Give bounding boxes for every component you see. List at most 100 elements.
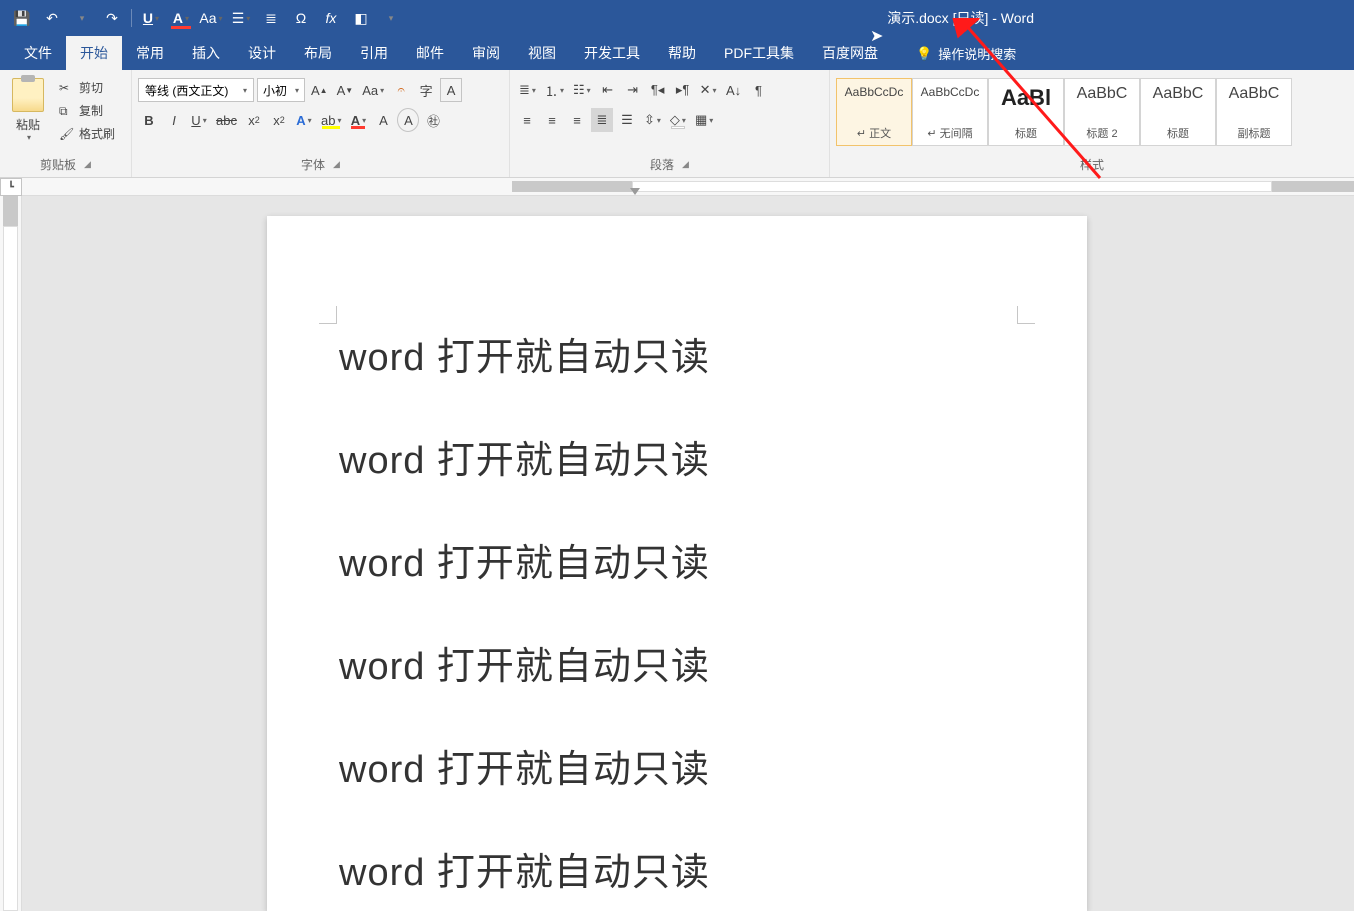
dialog-launcher-icon[interactable]: ◢ — [682, 159, 689, 170]
char-border-button[interactable]: 字 — [415, 78, 437, 102]
tell-me-search[interactable]: 💡 操作说明搜索 — [906, 37, 1026, 70]
tab-help[interactable]: 帮助 — [654, 36, 710, 70]
style-preview: AaBl — [1001, 85, 1051, 111]
tab-baidu[interactable]: 百度网盘 — [808, 36, 892, 70]
document-scroll[interactable]: word 打开就自动只读 word 打开就自动只读 word 打开就自动只读 word… — [22, 196, 1354, 911]
style-chip[interactable]: AaBbC标题 2 — [1064, 78, 1140, 146]
align-icon[interactable]: ≣ — [257, 4, 285, 32]
tab-home[interactable]: 开始 — [66, 36, 122, 70]
align-center-button[interactable]: ≡ — [541, 108, 563, 132]
style-preview: AaBbCcDc — [921, 85, 980, 99]
italic-button[interactable]: I — [163, 108, 185, 132]
numbering-button[interactable]: ⒈▾ — [542, 78, 567, 102]
bold-button[interactable]: B — [138, 108, 160, 132]
enclose-char-button[interactable]: A — [397, 108, 419, 132]
copy-button[interactable]: ⧉复制 — [56, 101, 118, 120]
tab-design[interactable]: 设计 — [234, 36, 290, 70]
object-icon[interactable]: ◧ — [347, 4, 375, 32]
enclosed-char-button[interactable]: ㊓ — [422, 108, 444, 132]
document-line[interactable]: word 打开就自动只读 — [339, 841, 1015, 896]
undo-icon[interactable]: ↶ — [38, 4, 66, 32]
tab-layout[interactable]: 布局 — [290, 36, 346, 70]
redo-icon[interactable]: ↷ — [98, 4, 126, 32]
borders-button[interactable]: ▦▾ — [692, 108, 716, 132]
group-styles-label: 样式 — [1080, 156, 1104, 173]
font-size-icon[interactable]: Aa▾ — [197, 4, 225, 32]
document-line[interactable]: word 打开就自动只读 — [339, 429, 1015, 484]
style-chip[interactable]: AaBbC标题 — [1140, 78, 1216, 146]
dialog-launcher-icon[interactable]: ◢ — [84, 159, 91, 170]
tab-mailings[interactable]: 邮件 — [402, 36, 458, 70]
font-size-combo[interactable]: 小初▾ — [257, 78, 305, 102]
decrease-indent-button[interactable]: ⇤ — [597, 78, 619, 102]
clear-format-button[interactable]: A — [440, 78, 462, 102]
underline-button[interactable]: U▾ — [188, 108, 210, 132]
crop-mark-icon — [319, 306, 337, 324]
font-name-combo[interactable]: 等线 (西文正文)▾ — [138, 78, 254, 102]
font-color-button[interactable]: A▾ — [347, 108, 369, 132]
paste-label: 粘贴 — [16, 116, 40, 133]
document-page[interactable]: word 打开就自动只读 word 打开就自动只读 word 打开就自动只读 word… — [267, 216, 1087, 911]
style-name: ↵ 无间隔 — [927, 125, 972, 141]
tab-file[interactable]: 文件 — [10, 36, 66, 70]
formula-icon[interactable]: fx — [317, 4, 345, 32]
tab-common[interactable]: 常用 — [122, 36, 178, 70]
show-marks-button[interactable]: ¶ — [748, 78, 770, 102]
undo-dropdown-icon[interactable]: ▾ — [68, 4, 96, 32]
shrink-font-button[interactable]: A▼ — [334, 78, 357, 102]
char-shading-button[interactable]: A — [372, 108, 394, 132]
document-line[interactable]: word 打开就自动只读 — [339, 738, 1015, 793]
save-icon[interactable]: 💾 — [8, 4, 36, 32]
rtl-button[interactable]: ▸¶ — [672, 78, 694, 102]
font-color-icon[interactable]: A▾ — [167, 4, 195, 32]
phonetic-button[interactable]: 𝄐 — [390, 78, 412, 102]
horizontal-ruler[interactable] — [22, 178, 1354, 196]
multilevel-button[interactable]: ☷▾ — [570, 78, 594, 102]
symbol-icon[interactable]: Ω — [287, 4, 315, 32]
paste-button[interactable]: 粘贴 ▾ — [6, 74, 50, 142]
align-left-button[interactable]: ≡ — [516, 108, 538, 132]
subscript-button[interactable]: x2 — [243, 108, 265, 132]
style-preview: AaBbC — [1153, 85, 1204, 103]
tab-view[interactable]: 视图 — [514, 36, 570, 70]
qat-more-icon[interactable]: ▾ — [377, 4, 405, 32]
ltr-button[interactable]: ¶◂ — [647, 78, 669, 102]
distributed-button[interactable]: ☰ — [616, 108, 638, 132]
document-line[interactable]: word 打开就自动只读 — [339, 532, 1015, 587]
line-spacing-button[interactable]: ⇳▾ — [641, 108, 664, 132]
grow-font-button[interactable]: A▲ — [308, 78, 331, 102]
document-line[interactable]: word 打开就自动只读 — [339, 326, 1015, 381]
tab-references[interactable]: 引用 — [346, 36, 402, 70]
text-effects-button[interactable]: A▾ — [293, 108, 315, 132]
shading-button[interactable]: ◇▾ — [667, 108, 689, 132]
underline-icon[interactable]: U▾ — [137, 4, 165, 32]
format-painter-button[interactable]: 🖌格式刷 — [56, 124, 118, 143]
style-chip[interactable]: AaBl标题 — [988, 78, 1064, 146]
asian-layout-button[interactable]: ✕▾ — [697, 78, 720, 102]
align-right-button[interactable]: ≡ — [566, 108, 588, 132]
justify-button[interactable]: ≣ — [591, 108, 613, 132]
style-chip[interactable]: AaBbC副标题 — [1216, 78, 1292, 146]
cut-button[interactable]: ✂剪切 — [56, 78, 118, 97]
sort-button[interactable]: A↓ — [723, 78, 745, 102]
increase-indent-button[interactable]: ⇥ — [622, 78, 644, 102]
strike-button[interactable]: abc — [213, 108, 240, 132]
dialog-launcher-icon[interactable]: ◢ — [333, 159, 340, 170]
tab-insert[interactable]: 插入 — [178, 36, 234, 70]
change-case-button[interactable]: Aa▾ — [359, 78, 387, 102]
style-chip[interactable]: AaBbCcDc ↵ 无间隔 — [912, 78, 988, 146]
highlight-button[interactable]: ab▾ — [318, 108, 344, 132]
list-icon[interactable]: ☰▾ — [227, 4, 255, 32]
style-chip[interactable]: AaBbCcDc↵ 正文 — [836, 78, 912, 146]
tab-pdf[interactable]: PDF工具集 — [710, 36, 808, 70]
bullets-button[interactable]: ≣▾ — [516, 78, 539, 102]
tab-review[interactable]: 审阅 — [458, 36, 514, 70]
style-preview: AaBbC — [1077, 85, 1128, 103]
superscript-button[interactable]: x2 — [268, 108, 290, 132]
document-line[interactable]: word 打开就自动只读 — [339, 635, 1015, 690]
tab-developer[interactable]: 开发工具 — [570, 36, 654, 70]
styles-gallery[interactable]: AaBbCcDc↵ 正文 AaBbCcDc ↵ 无间隔 AaBl标题AaBbC标题 2… — [836, 78, 1292, 148]
lightbulb-icon: 💡 — [916, 46, 932, 62]
scissors-icon: ✂ — [59, 81, 75, 95]
tab-selector-button[interactable]: ┗ — [0, 178, 22, 196]
